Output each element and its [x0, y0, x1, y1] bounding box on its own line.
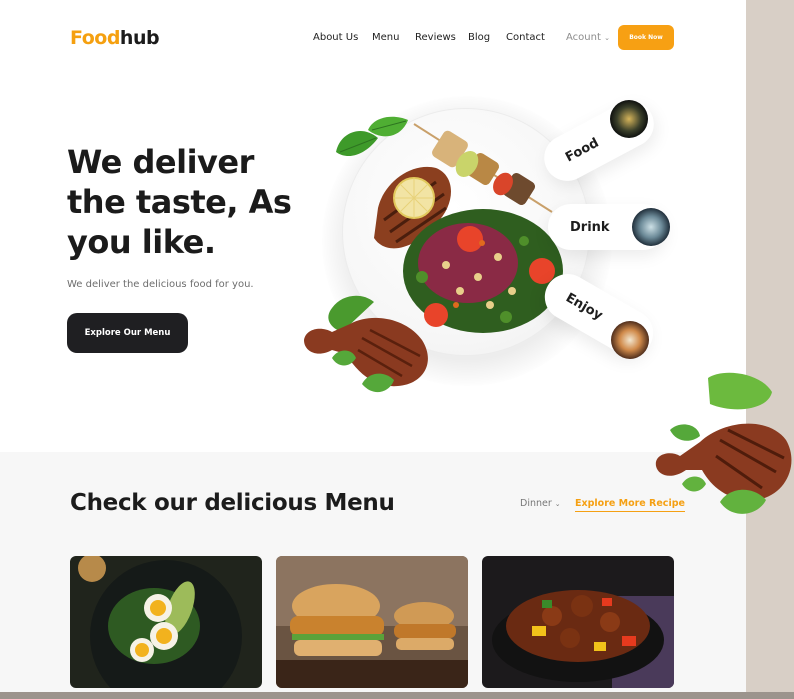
menu-card-egg-salad[interactable] [70, 556, 262, 688]
logo-food: Food [70, 27, 120, 49]
nav-about-us[interactable]: About Us [313, 32, 358, 43]
menu-filter-dropdown[interactable]: Dinner ⌄ [520, 498, 561, 509]
nav-contact[interactable]: Contact [506, 32, 545, 43]
menu-title: Check our delicious Menu [70, 490, 395, 516]
logo-hub: hub [119, 27, 160, 49]
hero-subtitle: We deliver the delicious food for you. [67, 279, 254, 290]
nav-reviews[interactable]: Reviews [415, 32, 456, 43]
nav-blog[interactable]: Blog [468, 32, 490, 43]
menu-card-burger[interactable] [276, 556, 468, 688]
menu-filter-value: Dinner [520, 498, 552, 509]
drink-thumb-image [632, 208, 670, 246]
menu-card-stir-fry[interactable] [482, 556, 674, 688]
chicken-leg-image [304, 295, 428, 393]
food-thumb-image [610, 100, 648, 138]
window-bottom-border [0, 692, 794, 699]
nav-account-label: Acount [566, 32, 601, 43]
nav-account[interactable]: Acount ⌄ [566, 32, 610, 43]
hero-title: We deliver the taste, As you like. [67, 143, 292, 261]
logo[interactable]: Foodhub [70, 27, 160, 49]
chicken-burger-image [276, 556, 468, 688]
tag-food-label: Food [562, 135, 602, 165]
chevron-down-icon: ⌄ [604, 34, 610, 42]
chevron-down-icon: ⌄ [554, 500, 561, 508]
book-now-button[interactable]: Book Now [618, 25, 674, 50]
explore-menu-button[interactable]: Explore Our Menu [67, 313, 188, 353]
dessert-thumb-image [611, 321, 649, 359]
stir-fry-image [482, 556, 674, 688]
tag-enjoy-label: Enjoy [563, 290, 606, 323]
tag-drink-label: Drink [570, 219, 610, 235]
page: Foodhub About Us Menu Reviews Blog Conta… [0, 0, 746, 692]
nav-menu[interactable]: Menu [372, 32, 399, 43]
chicken-leg-decoration-image [655, 372, 792, 514]
egg-salad-image [70, 556, 262, 688]
